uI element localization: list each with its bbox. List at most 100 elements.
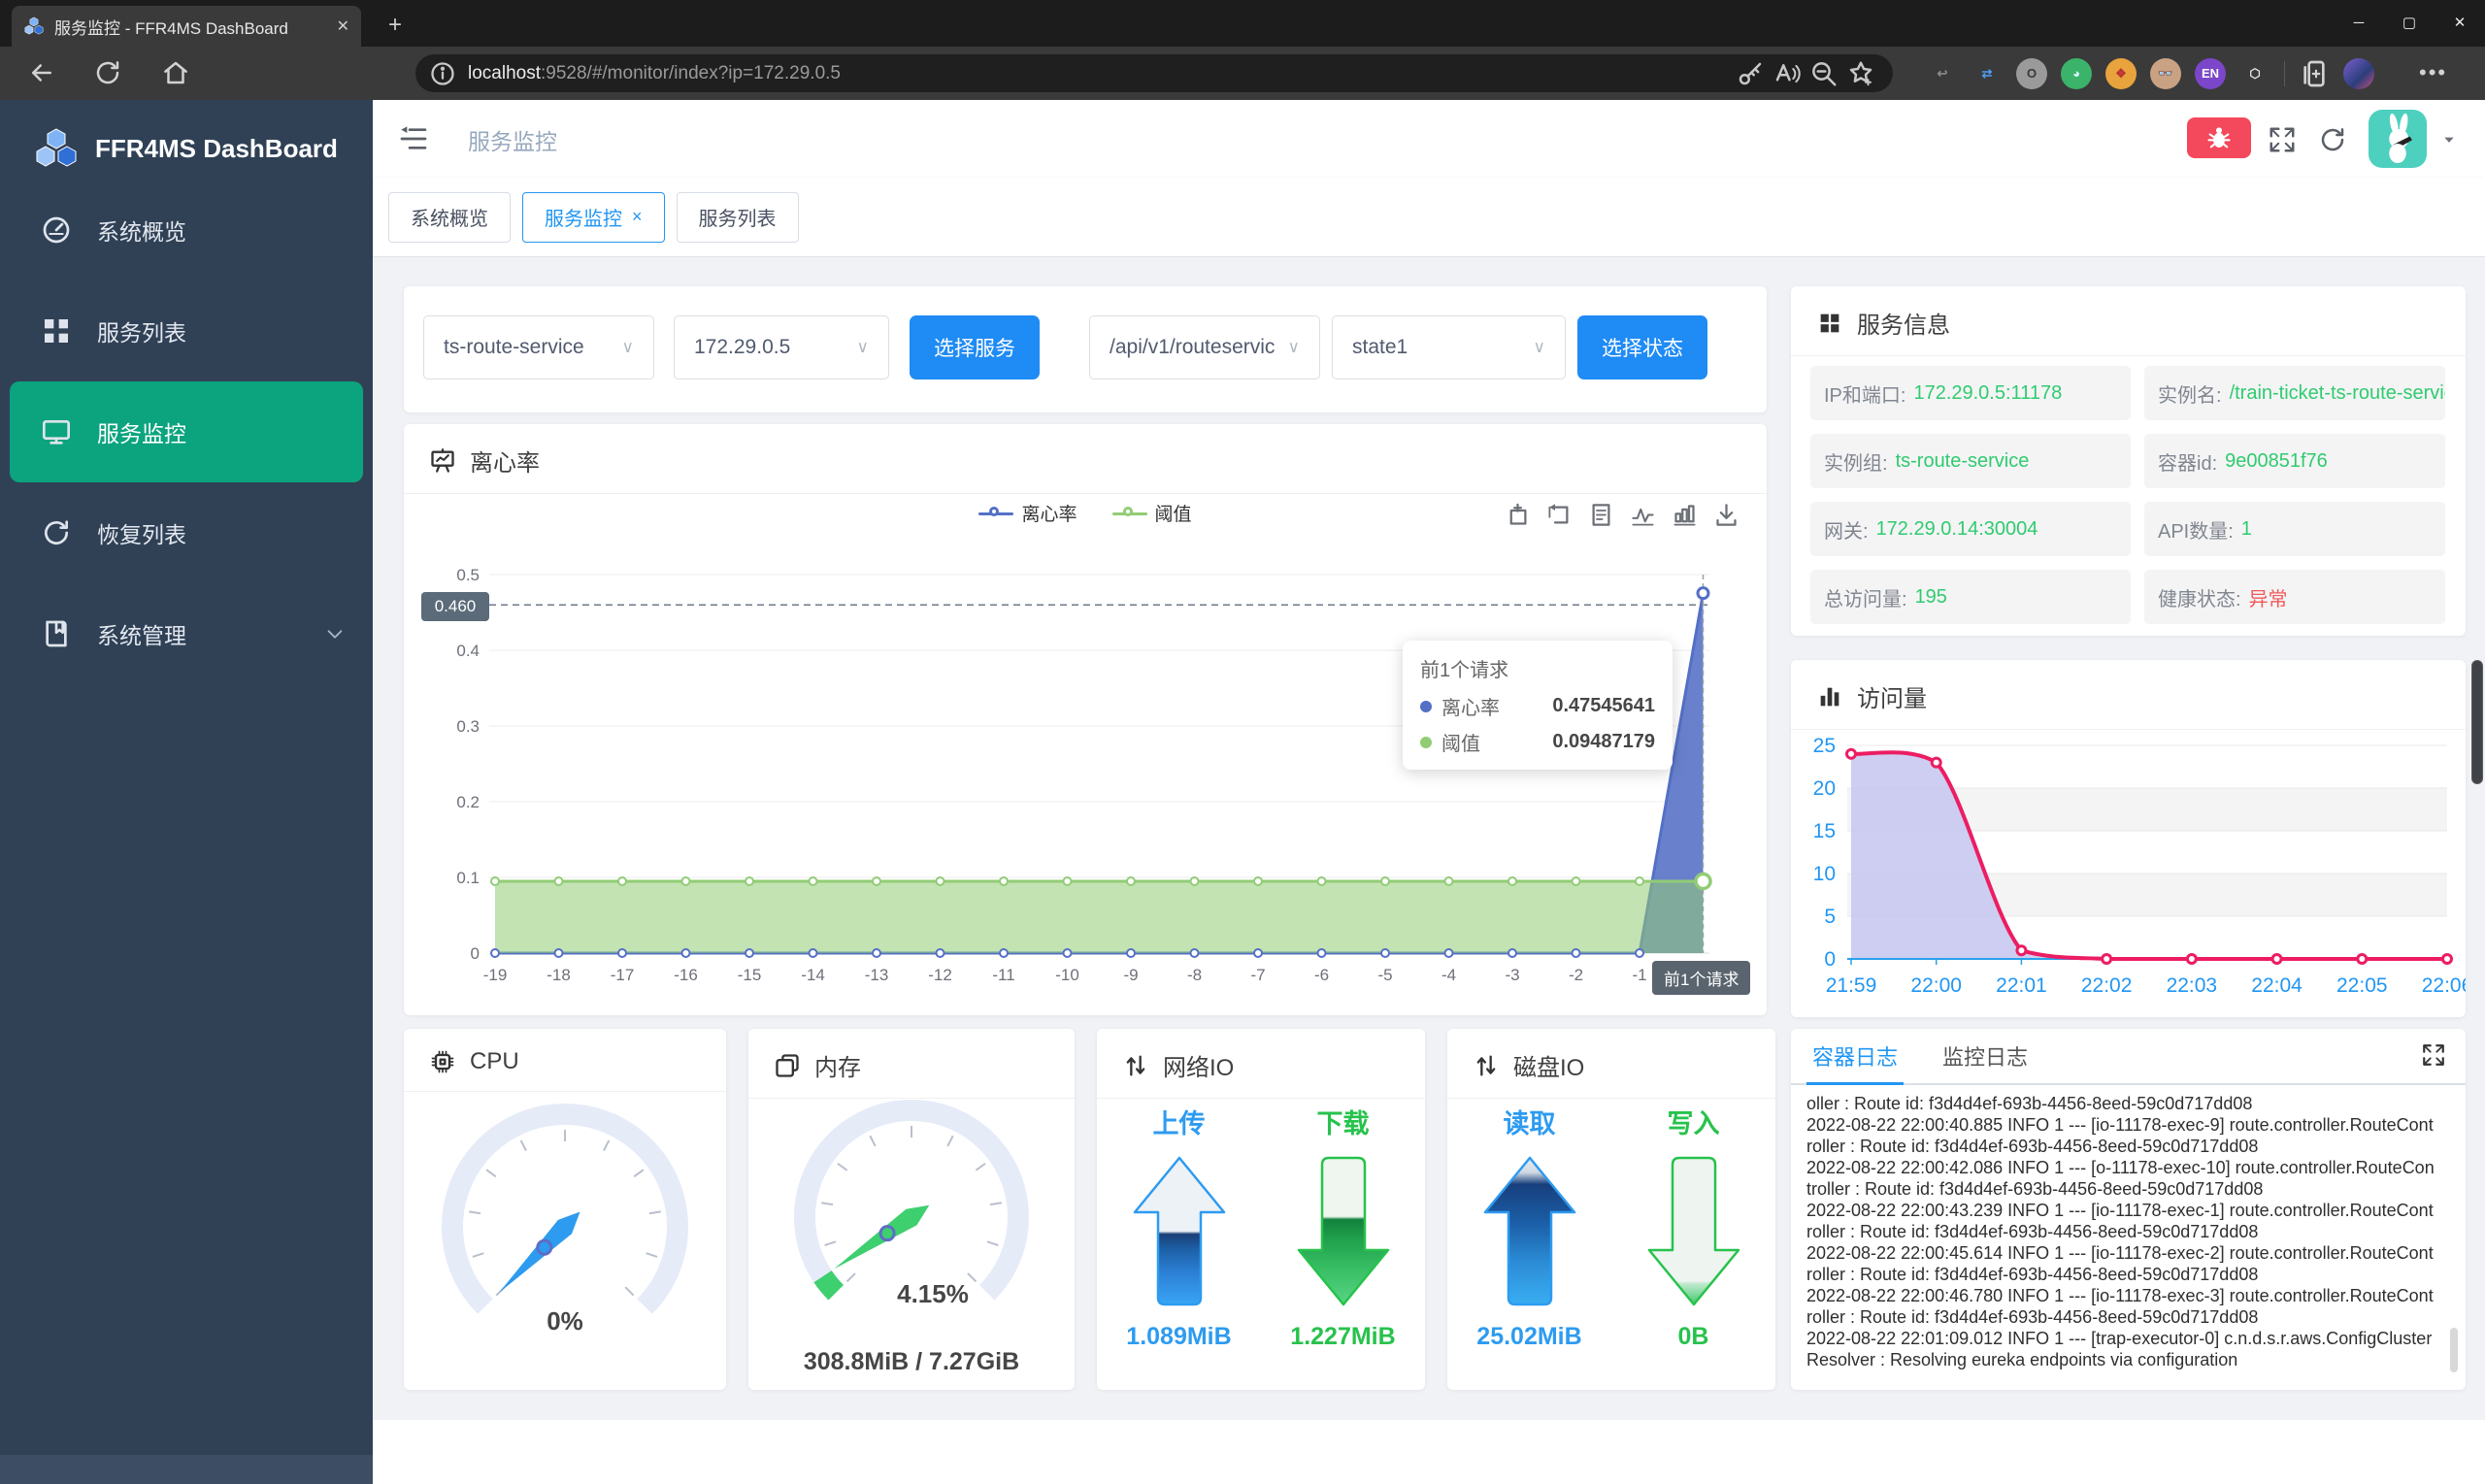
chart-board-icon xyxy=(429,447,456,475)
visits-card: 访问量 0 5 10 15 20 25 21:59 22:00 22:01 22:02 22:03 2… xyxy=(1791,660,2466,1017)
info-item: API数量: 1 xyxy=(2144,502,2445,556)
fullscreen-icon[interactable] xyxy=(2268,125,2297,154)
svg-text:0.3: 0.3 xyxy=(456,717,480,736)
tooltip-row: 阈值 0.09487179 xyxy=(1420,728,1655,756)
card-extension-icon[interactable]: ❖ xyxy=(2105,57,2137,89)
log-line: 2022-08-22 22:00:45.614 INFO 1 --- [io-1… xyxy=(1806,1243,2434,1263)
sidebar-item-系统管理[interactable]: 系统管理 xyxy=(0,583,373,684)
eccentricity-chart[interactable]: 0 0.1 0.2 0.3 0.4 0.5 -19 -18 -17 -16 -15 -14 -13 -12… xyxy=(404,529,1767,1014)
visits-header: 访问量 xyxy=(1791,660,2466,730)
window-minimize-button[interactable]: ─ xyxy=(2334,0,2384,45)
tag-close-icon[interactable]: × xyxy=(632,207,643,227)
toolbox-bar-icon[interactable] xyxy=(1672,502,1698,528)
puzzle-extension-icon[interactable]: ⬡ xyxy=(2239,58,2270,89)
svg-text:21:59: 21:59 xyxy=(1826,974,1877,997)
tag-label: 系统概览 xyxy=(411,209,488,230)
home-button[interactable] xyxy=(161,58,190,87)
logs-tab-监控日志[interactable]: 监控日志 xyxy=(1942,1040,2028,1083)
toolbox-dataview-icon[interactable] xyxy=(1588,502,1614,528)
url-text[interactable]: localhost:9528/#/monitor/index?ip=172.29… xyxy=(468,63,1732,84)
toolbox-line-icon[interactable] xyxy=(1630,502,1656,528)
svg-text:-17: -17 xyxy=(611,966,635,984)
svg-text:22:05: 22:05 xyxy=(2336,974,2388,997)
bug-report-button[interactable] xyxy=(2187,117,2251,158)
legend-item-离心率[interactable]: 离心率 xyxy=(978,500,1077,526)
breadcrumb[interactable]: 服务监控 xyxy=(468,123,557,156)
legend-item-阈值[interactable]: 阈值 xyxy=(1111,500,1192,526)
globe-extension-icon[interactable]: ◕ xyxy=(2061,57,2092,89)
sidebar-item-label: 恢复列表 xyxy=(97,522,186,547)
toolbox-save-image-icon[interactable] xyxy=(1713,502,1740,528)
api-select[interactable]: /api/v1/routeservic ∨ xyxy=(1089,315,1320,379)
visits-chart[interactable]: 0 5 10 15 20 25 21:59 22:00 22:01 22:02 22:03 22:04… xyxy=(1791,726,2466,1017)
sidebar-item-label: 服务监控 xyxy=(97,421,186,446)
page-scrollbar-thumb[interactable] xyxy=(2471,660,2483,784)
info-item: 总访问量: 195 xyxy=(1810,570,2131,624)
logs-tabs: 容器日志 监控日志 xyxy=(1791,1029,2466,1085)
password-key-icon[interactable] xyxy=(1732,59,1769,88)
series-dot xyxy=(1420,736,1432,748)
window-close-button[interactable]: ✕ xyxy=(2435,0,2485,45)
app-logo[interactable]: FFR4MS DashBoard xyxy=(0,100,373,172)
tag-服务监控[interactable]: 服务监控 × xyxy=(522,191,665,243)
ip-select[interactable]: 172.29.0.5 ∨ xyxy=(674,315,889,379)
refresh-icon xyxy=(41,517,72,548)
app-root: FFR4MS DashBoard 系统概览 服务列表 服务监控 恢复列表 系统管… xyxy=(0,100,2485,1484)
back-button[interactable] xyxy=(27,58,56,87)
log-output[interactable]: oller : Route id: f3d4d4ef-693b-4456-8ee… xyxy=(1806,1093,2437,1380)
page-refresh-icon[interactable] xyxy=(2318,125,2347,154)
info-item: 健康状态: 异常 xyxy=(2144,570,2445,624)
eccentricity-card: 离心率 离心率 阈值 0 0.1 0.2 0.3 0.4 0.5 -19 -18 -17 -16 -1… xyxy=(404,424,1767,1015)
browser-menu-icon[interactable]: ••• xyxy=(2419,60,2447,85)
ring-extension-icon[interactable]: O xyxy=(2016,57,2047,89)
log-line: roller : Route id: f3d4d4ef-693b-4456-8e… xyxy=(1806,1307,2259,1327)
svg-text:-12: -12 xyxy=(928,966,952,984)
sidebar-item-系统概览[interactable]: 系统概览 xyxy=(0,180,373,280)
hamburger-icon[interactable] xyxy=(398,123,429,154)
info-label: 实例组: xyxy=(1824,452,1888,475)
svg-text:-5: -5 xyxy=(1377,966,1392,984)
tag-服务列表[interactable]: 服务列表 xyxy=(676,191,799,243)
user-avatar[interactable] xyxy=(2369,110,2427,168)
info-item: 网关: 172.29.0.14:30004 xyxy=(1810,502,2131,556)
info-item: 实例组: ts-route-service xyxy=(1810,434,2131,488)
new-tab-button[interactable]: + xyxy=(381,12,410,41)
tab-close-icon[interactable]: ✕ xyxy=(337,16,349,36)
window-maximize-button[interactable]: ▢ xyxy=(2384,0,2435,45)
read-aloud-icon[interactable] xyxy=(1769,59,1806,88)
tag-系统概览[interactable]: 系统概览 xyxy=(388,191,511,243)
toolbox-datazoom-icon[interactable] xyxy=(1505,502,1531,528)
info-item: 实例名: /train-ticket-ts-route-service-1 xyxy=(2144,366,2445,420)
content-bottom-strip xyxy=(373,1420,2485,1484)
favorite-star-icon[interactable] xyxy=(1842,59,1879,88)
undo-extension-icon[interactable]: ↩ xyxy=(1927,58,1958,89)
caret-down-icon[interactable] xyxy=(2440,133,2458,147)
sidebar-item-服务监控[interactable]: 服务监控 xyxy=(10,381,363,482)
sidebar-item-服务列表[interactable]: 服务列表 xyxy=(0,280,373,381)
log-scrollbar-thumb[interactable] xyxy=(2450,1328,2458,1372)
info-label: IP和端口: xyxy=(1824,384,1906,407)
toolbox-restore-icon[interactable] xyxy=(1546,502,1573,528)
select-state-button[interactable]: 选择状态 xyxy=(1577,315,1707,379)
sidebar-item-恢复列表[interactable]: 恢复列表 xyxy=(0,482,373,583)
info-label: 网关: xyxy=(1824,520,1869,543)
browser-tab[interactable]: 服务监控 - FFR4MS DashBoard ✕ xyxy=(12,6,361,47)
face-extension-icon[interactable]: 👓 xyxy=(2150,57,2181,89)
state-select[interactable]: state1 ∨ xyxy=(1332,315,1566,379)
site-info-icon[interactable] xyxy=(429,59,456,88)
browser-profile-avatar[interactable] xyxy=(2343,57,2374,89)
sidebar-item-label: 系统概览 xyxy=(97,219,186,245)
collections-icon[interactable] xyxy=(2299,58,2330,89)
memory-card: 内存 4.15% 308.8MiB / 7.27GiB xyxy=(748,1029,1075,1390)
service-select[interactable]: ts-route-service ∨ xyxy=(423,315,654,379)
browser-reload-button[interactable] xyxy=(93,58,122,87)
swap-arrows-extension-icon[interactable]: ⇄ xyxy=(1971,58,2003,89)
squares-icon xyxy=(1816,310,1843,337)
zoom-out-icon[interactable] xyxy=(1806,59,1842,88)
select-service-button[interactable]: 选择服务 xyxy=(910,315,1040,379)
address-bar[interactable]: localhost:9528/#/monitor/index?ip=172.29… xyxy=(415,54,1893,92)
logs-tab-容器日志[interactable]: 容器日志 xyxy=(1806,1040,1905,1085)
sidebar-footer[interactable] xyxy=(0,1455,373,1484)
translate-extension-icon[interactable]: EN xyxy=(2195,57,2226,89)
expand-icon[interactable] xyxy=(2421,1042,2446,1068)
